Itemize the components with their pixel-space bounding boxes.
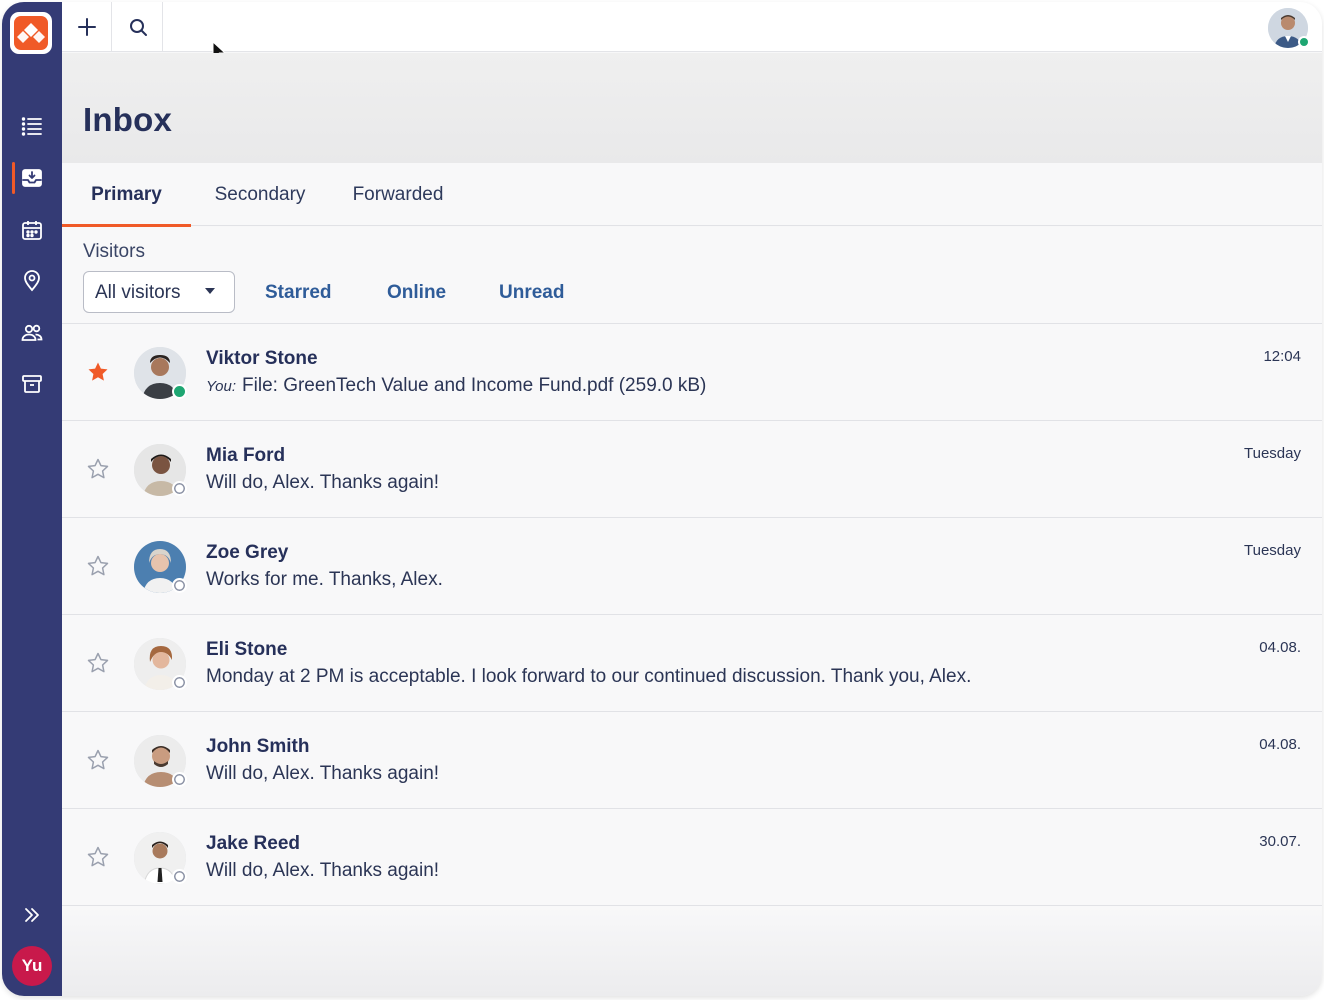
topbar xyxy=(62,2,1322,62)
online-status-dot xyxy=(172,384,187,399)
double-chevron-right-icon xyxy=(25,908,39,922)
contact-name: Zoe Grey xyxy=(206,542,289,563)
timestamp: 04.08. xyxy=(1259,736,1301,753)
star-outline-icon[interactable] xyxy=(86,748,110,772)
logo-mark xyxy=(14,16,48,50)
sidebar-item-locations[interactable] xyxy=(2,261,62,301)
contact-name: Jake Reed xyxy=(206,833,301,854)
star-outline-icon[interactable] xyxy=(86,845,110,869)
sidebar-item-archive[interactable] xyxy=(2,364,62,404)
visitor-filters: Visitors All visitors Starred Online Unr… xyxy=(62,227,1322,324)
offline-status-dot xyxy=(172,675,187,690)
plus-icon xyxy=(77,18,96,36)
sidebar-item-inbox[interactable] xyxy=(2,158,62,198)
you-prefix: You: xyxy=(206,378,237,395)
timestamp: 12:04 xyxy=(1263,348,1301,365)
timestamp: 04.08. xyxy=(1259,639,1301,656)
inbox-icon xyxy=(22,169,42,187)
location-pin-icon xyxy=(24,270,40,292)
list-icon xyxy=(21,117,42,136)
sidebar-item-list[interactable] xyxy=(2,106,62,146)
offline-status-dot xyxy=(172,481,187,496)
message-preview: Will do, Alex. Thanks again! xyxy=(206,472,440,493)
star-outline-icon[interactable] xyxy=(86,554,110,578)
calendar-icon xyxy=(22,221,42,240)
page-header: Inbox xyxy=(62,53,1322,163)
timestamp: Tuesday xyxy=(1244,542,1301,559)
conversation-list: Viktor Stone You: File: GreenTech Value a… xyxy=(62,324,1322,906)
filter-unread[interactable]: Unread xyxy=(499,282,564,304)
visitors-select[interactable]: All visitors xyxy=(83,271,235,313)
conversation-row[interactable]: Zoe Grey Works for me. Thanks, Alex. Tue… xyxy=(62,518,1322,615)
online-status-dot xyxy=(1298,36,1310,48)
list-empty-area xyxy=(62,906,1322,996)
star-outline-icon[interactable] xyxy=(86,457,110,481)
archive-icon xyxy=(22,375,42,393)
contact-name: Viktor Stone xyxy=(206,348,318,369)
sidebar-item-contacts[interactable] xyxy=(2,313,62,353)
message-preview: Monday at 2 PM is acceptable. I look for… xyxy=(206,666,972,687)
offline-status-dot xyxy=(172,869,187,884)
sidebar-item-calendar[interactable] xyxy=(2,210,62,250)
page-title: Inbox xyxy=(83,101,172,138)
filter-online[interactable]: Online xyxy=(387,282,446,304)
select-value: All visitors xyxy=(95,282,181,303)
offline-status-dot xyxy=(172,772,187,787)
message-preview: Works for me. Thanks, Alex. xyxy=(206,569,443,590)
tab-forwarded[interactable]: Forwarded xyxy=(338,163,458,226)
conversation-row[interactable]: Eli Stone Monday at 2 PM is acceptable. … xyxy=(62,615,1322,712)
conversation-row[interactable]: Jake Reed Will do, Alex. Thanks again! 3… xyxy=(62,809,1322,906)
expand-sidebar-button[interactable] xyxy=(2,898,62,932)
current-user-avatar[interactable]: Yu xyxy=(12,946,52,986)
timestamp: Tuesday xyxy=(1244,445,1301,462)
filter-starred[interactable]: Starred xyxy=(265,282,332,304)
contact-name: Eli Stone xyxy=(206,639,288,660)
conversation-row[interactable]: Viktor Stone You: File: GreenTech Value a… xyxy=(62,324,1322,421)
tab-primary[interactable]: Primary xyxy=(62,163,191,227)
new-conversation-button[interactable] xyxy=(62,2,112,52)
tab-secondary[interactable]: Secondary xyxy=(200,163,320,226)
search-button[interactable] xyxy=(113,2,163,52)
conversation-row[interactable]: John Smith Will do, Alex. Thanks again! … xyxy=(62,712,1322,809)
caret-down-icon xyxy=(205,288,215,294)
timestamp: 30.07. xyxy=(1259,833,1301,850)
contacts-icon xyxy=(21,324,43,341)
app-window: Yu Inbox Primary Secondary Forwarded Vis… xyxy=(2,2,1322,996)
app-logo[interactable] xyxy=(10,12,52,54)
tab-bar: Primary Secondary Forwarded xyxy=(62,163,1322,227)
sidebar: Yu xyxy=(2,2,62,996)
contact-name: John Smith xyxy=(206,736,310,757)
conversation-row[interactable]: Mia Ford Will do, Alex. Thanks again! Tu… xyxy=(62,421,1322,518)
message-preview: Will do, Alex. Thanks again! xyxy=(206,860,440,881)
message-preview: Will do, Alex. Thanks again! xyxy=(206,763,440,784)
contact-name: Mia Ford xyxy=(206,445,286,466)
message-preview: You: File: GreenTech Value and Income Fun… xyxy=(206,375,706,397)
star-outline-icon[interactable] xyxy=(86,651,110,675)
offline-status-dot xyxy=(172,578,187,593)
search-icon xyxy=(129,19,147,36)
filters-label: Visitors xyxy=(83,241,145,262)
star-filled-icon[interactable] xyxy=(86,360,110,384)
preview-text: File: GreenTech Value and Income Fund.pd… xyxy=(242,375,707,396)
